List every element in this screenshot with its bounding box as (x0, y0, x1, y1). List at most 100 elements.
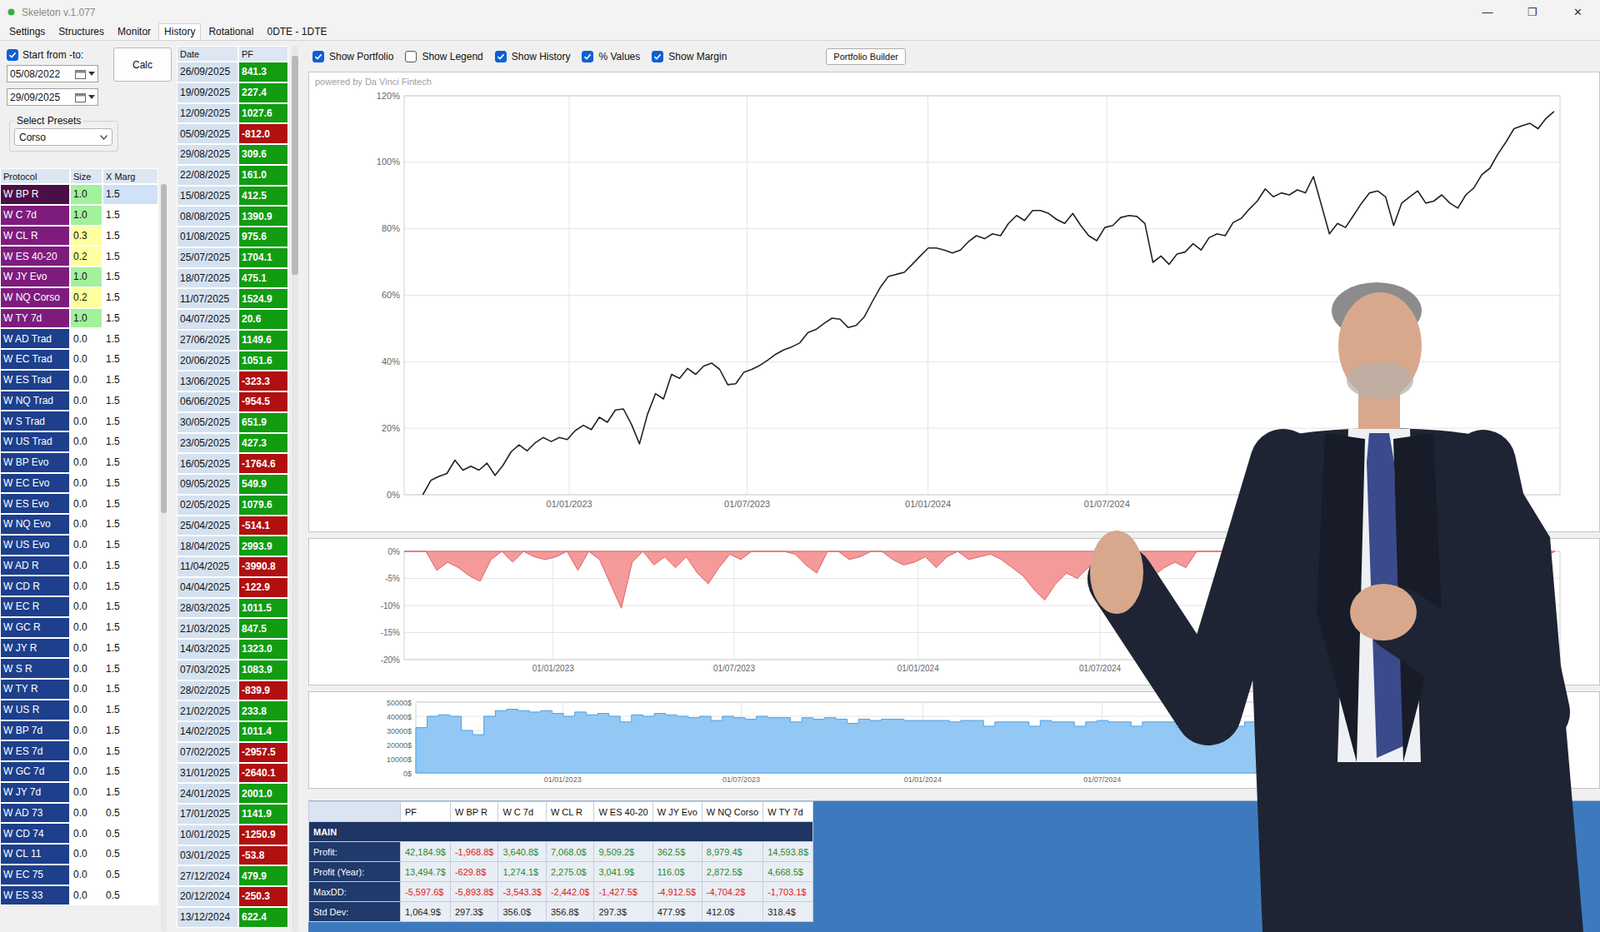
column-header[interactable]: W NQ Corso (701, 802, 763, 823)
protocol-margin[interactable]: 1.5 (102, 535, 159, 556)
history-row[interactable]: 13/12/2024622.4 (176, 907, 289, 929)
protocol-margin[interactable]: 1.5 (102, 184, 159, 205)
column-header[interactable]: W JY Evo (652, 802, 702, 823)
column-header[interactable]: W TY 7d (763, 802, 814, 823)
tab[interactable]: Monitor (111, 23, 157, 40)
protocol-row[interactable]: W TY R0.01.5 (0, 679, 159, 700)
protocol-row[interactable]: W EC Evo0.01.5 (0, 473, 159, 495)
protocol-margin[interactable]: 1.5 (102, 493, 159, 515)
protocol-margin[interactable]: 1.5 (102, 205, 159, 226)
protocol-size[interactable]: 0.0 (70, 349, 103, 370)
protocol-row[interactable]: W JY Evo1.01.5 (0, 266, 159, 288)
protocol-row[interactable]: W ES Evo0.01.5 (0, 493, 159, 515)
protocol-size[interactable]: 0.0 (70, 493, 103, 515)
checkbox[interactable] (6, 49, 19, 61)
protocol-size[interactable]: 0.0 (70, 782, 103, 804)
presets-combo[interactable]: Corso (14, 128, 113, 146)
protocol-margin[interactable]: 1.5 (102, 431, 159, 453)
history-row[interactable]: 13/06/2025-323.3 (176, 370, 289, 392)
option-checkbox[interactable]: Show Margin (651, 50, 727, 63)
history-row[interactable]: 21/02/2025233.8 (176, 700, 289, 722)
calc-button[interactable]: Calc (113, 47, 172, 82)
protocol-row[interactable]: W ES 330.00.5 (0, 885, 159, 907)
protocol-row[interactable]: W CL R0.31.5 (0, 225, 159, 247)
history-scrollbar[interactable] (291, 45, 299, 932)
history-row[interactable]: 18/04/20252993.9 (176, 535, 289, 557)
protocol-size[interactable]: 0.2 (70, 245, 103, 267)
protocol-margin[interactable]: 1.5 (102, 287, 159, 309)
to-date-field[interactable]: 29/09/2025 (6, 88, 99, 106)
protocol-margin[interactable]: 0.5 (102, 885, 159, 907)
protocol-margin[interactable]: 1.5 (102, 370, 159, 391)
history-row[interactable]: 05/09/2025-812.0 (176, 123, 289, 145)
protocol-scrollbar[interactable] (160, 184, 167, 932)
checkbox[interactable] (312, 50, 325, 63)
protocol-row[interactable]: W NQ Trad0.01.5 (0, 390, 159, 412)
history-row[interactable]: 04/07/202520.6 (176, 309, 289, 330)
checkbox[interactable] (581, 50, 594, 63)
protocol-row[interactable]: W EC 750.00.5 (0, 865, 159, 886)
protocol-size[interactable]: 0.0 (70, 844, 103, 865)
protocol-row[interactable]: W US Trad0.01.5 (0, 431, 159, 453)
protocol-size[interactable]: 1.0 (70, 308, 103, 330)
column-header[interactable]: Protocol (0, 168, 70, 185)
history-row[interactable]: 03/01/2025-53.8 (176, 845, 289, 867)
protocol-margin[interactable]: 1.5 (102, 349, 159, 370)
column-header[interactable]: W C 7d (498, 802, 546, 823)
protocol-row[interactable]: W NQ Evo0.01.5 (0, 514, 159, 535)
protocol-size[interactable]: 0.0 (70, 452, 103, 474)
protocol-margin[interactable]: 1.5 (102, 700, 159, 721)
protocol-size[interactable]: 0.0 (70, 740, 103, 762)
protocol-size[interactable]: 0.2 (70, 287, 103, 309)
protocol-row[interactable]: W US R0.01.5 (0, 700, 159, 721)
protocol-row[interactable]: W CL 110.00.5 (0, 844, 159, 865)
tab[interactable]: Structures (52, 23, 110, 40)
protocol-row[interactable]: W CD R0.01.5 (0, 575, 159, 597)
protocol-row[interactable]: W AD R0.01.5 (0, 555, 159, 577)
history-row[interactable]: 09/05/2025549.9 (176, 474, 289, 495)
protocol-row[interactable]: W GC R0.01.5 (0, 617, 159, 639)
protocol-margin[interactable]: 1.5 (102, 638, 159, 660)
protocol-size[interactable]: 0.0 (70, 700, 103, 721)
history-row[interactable]: 21/03/2025847.5 (176, 618, 289, 640)
protocol-margin[interactable]: 1.5 (102, 761, 159, 783)
history-row[interactable]: 07/02/2025-2957.5 (176, 742, 289, 764)
history-row[interactable]: 27/12/2024479.9 (176, 865, 289, 887)
history-row[interactable]: 04/04/2025-122.9 (176, 577, 289, 599)
history-row[interactable]: 14/03/20251323.0 (176, 639, 289, 660)
protocol-margin[interactable]: 1.5 (102, 245, 159, 267)
protocol-margin[interactable]: 1.5 (102, 308, 159, 330)
column-header[interactable]: Date (176, 45, 239, 62)
protocol-row[interactable]: W EC Trad0.01.5 (0, 349, 159, 370)
protocol-row[interactable]: W JY 7d0.01.5 (0, 782, 159, 804)
history-row[interactable]: 20/12/2024-250.3 (176, 886, 289, 908)
protocol-size[interactable]: 1.0 (70, 266, 103, 288)
history-row[interactable]: 16/05/2025-1764.6 (176, 453, 289, 475)
protocol-row[interactable]: W US Evo0.01.5 (0, 535, 159, 556)
portfolio-builder-button[interactable]: Portfolio Builder (825, 48, 906, 65)
history-row[interactable]: 24/01/20252001.0 (176, 783, 289, 805)
close-button[interactable]: ✕ (1555, 0, 1600, 25)
column-header[interactable]: W BP R (450, 802, 498, 823)
protocol-size[interactable]: 0.0 (70, 596, 103, 618)
column-header[interactable]: W ES 40-20 (594, 802, 653, 823)
protocol-margin[interactable]: 1.5 (102, 266, 159, 288)
protocol-row[interactable]: W S Trad0.01.5 (0, 410, 159, 432)
protocol-size[interactable]: 1.0 (70, 205, 103, 226)
history-row[interactable]: 15/08/2025412.5 (176, 185, 289, 207)
protocol-margin[interactable]: 1.5 (102, 410, 159, 432)
protocol-row[interactable]: W ES 40-200.21.5 (0, 245, 159, 267)
history-row[interactable]: 29/08/2025309.6 (176, 144, 289, 165)
protocol-margin[interactable]: 1.5 (102, 720, 159, 742)
checkbox[interactable] (495, 50, 507, 63)
history-row[interactable]: 08/08/20251390.9 (176, 205, 289, 227)
history-row[interactable]: 02/05/20251079.6 (176, 495, 289, 516)
history-row[interactable]: 28/03/20251011.5 (176, 598, 289, 620)
protocol-size[interactable]: 0.0 (70, 555, 103, 577)
protocol-row[interactable]: W CD 740.00.5 (0, 823, 159, 845)
history-row[interactable]: 06/06/2025-954.5 (176, 391, 289, 413)
protocol-size[interactable]: 0.0 (70, 328, 103, 350)
protocol-row[interactable]: W AD Trad0.01.5 (0, 328, 159, 350)
protocol-row[interactable]: W BP Evo0.01.5 (0, 452, 159, 474)
protocol-margin[interactable]: 1.5 (102, 225, 159, 247)
